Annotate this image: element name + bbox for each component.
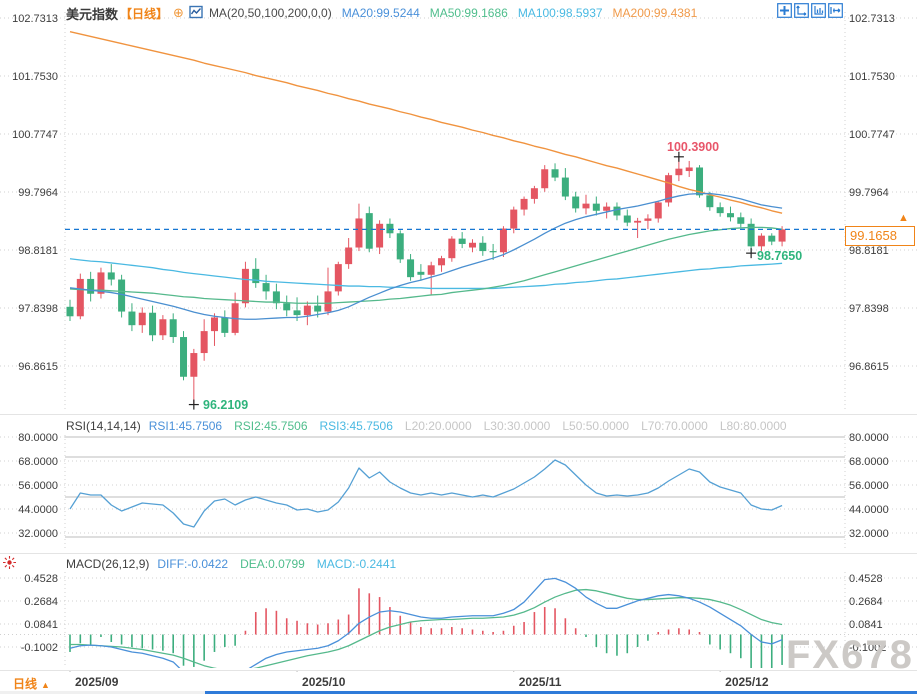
crosshair-icon[interactable]	[777, 3, 792, 18]
candlestick-chart-icon[interactable]	[189, 5, 203, 22]
ma-settings-label[interactable]: MA(20,50,100,200,0,0)	[209, 6, 332, 20]
svg-text:68.0000: 68.0000	[18, 456, 58, 468]
main-chart-header: 美元指数 【日线】 ⊕ MA(20,50,100,200,0,0) MA20:9…	[66, 3, 697, 23]
low-price-annotation: 96.2109	[203, 398, 249, 412]
current-price-tag: 99.1658	[845, 226, 915, 246]
period-tag[interactable]: 【日线】	[120, 5, 168, 22]
svg-text:0.4528: 0.4528	[24, 573, 58, 585]
svg-text:99.7964: 99.7964	[18, 187, 58, 199]
rsi3-value: RSI3:45.7506	[319, 419, 393, 433]
live-indicator-icon[interactable]	[2, 555, 17, 570]
period-label: 日线	[13, 677, 38, 691]
time-axis-bar: 日线 ▲ 2025/09 2025/10 2025/11 2025/12	[0, 672, 917, 691]
svg-text:98.8181: 98.8181	[18, 245, 58, 257]
svg-text:0.2684: 0.2684	[24, 596, 58, 608]
chart-canvas[interactable]: 102.7313 102.7313 101.7530 101.7530 100.7747…	[0, 0, 917, 694]
rsi-l70-value: L70:70.0000	[641, 419, 708, 433]
svg-text:44.0000: 44.0000	[849, 504, 889, 516]
rsi1-value: RSI1:45.7506	[148, 419, 223, 433]
svg-text:99.7964: 99.7964	[849, 187, 889, 199]
rsi2-value: RSI2:45.7506	[234, 419, 308, 433]
svg-text:96.8615: 96.8615	[849, 361, 889, 373]
svg-text:44.0000: 44.0000	[18, 504, 58, 516]
ma200-value: MA200:99.4381	[612, 6, 698, 20]
macd-macd-value: MACD:-0.2441	[316, 557, 397, 571]
panel-separator	[0, 553, 917, 554]
period-selector[interactable]: 日线 ▲	[13, 675, 50, 692]
ma50-value: MA50:99.1686	[429, 6, 508, 20]
ma100-value: MA100:98.5937	[517, 6, 603, 20]
svg-text:101.7530: 101.7530	[849, 71, 895, 83]
price-up-arrow-icon: ▲	[898, 212, 909, 224]
rsi-header: RSI(14,14,14) RSI1:45.7506 RSI2:45.7506 …	[66, 418, 787, 434]
instrument-title: 美元指数	[66, 6, 119, 22]
svg-text:98.8181: 98.8181	[849, 245, 889, 257]
rsi-l30-value: L30:30.0000	[483, 419, 551, 433]
svg-text:0.0841: 0.0841	[849, 619, 883, 631]
svg-text:32.0000: 32.0000	[18, 528, 58, 540]
svg-text:56.0000: 56.0000	[18, 480, 58, 492]
fx-chart-app: 102.7313 102.7313 101.7530 101.7530 100.7747…	[0, 0, 917, 694]
svg-text:68.0000: 68.0000	[849, 456, 889, 468]
add-indicator-icon[interactable]: ⊕	[173, 5, 184, 21]
macd-header: MACD(26,12,9) DIFF:-0.0422 DEA:0.0799 MA…	[66, 556, 396, 572]
svg-text:80.0000: 80.0000	[18, 432, 58, 444]
date-label: 2025/12	[725, 675, 769, 689]
svg-text:0.4528: 0.4528	[849, 573, 883, 585]
exit-right-icon[interactable]	[828, 3, 843, 18]
period-dropdown-arrow-icon: ▲	[41, 680, 50, 690]
svg-text:100.7747: 100.7747	[849, 129, 895, 141]
panel-separator	[0, 670, 917, 671]
date-label: 2025/09	[75, 675, 119, 689]
svg-text:101.7530: 101.7530	[12, 71, 58, 83]
scale-axis-icon[interactable]	[794, 3, 809, 18]
rsi-l80-value: L80:80.0000	[719, 419, 787, 433]
svg-text:97.8398: 97.8398	[849, 303, 889, 315]
svg-text:80.0000: 80.0000	[849, 432, 889, 444]
scale-bars-icon[interactable]	[811, 3, 826, 18]
date-label: 2025/10	[302, 675, 346, 689]
chart-toolbar	[777, 3, 843, 18]
svg-text:0.2684: 0.2684	[849, 596, 883, 608]
svg-text:102.7313: 102.7313	[849, 13, 895, 25]
swing-low-annotation: 98.7650	[757, 249, 803, 263]
svg-text:32.0000: 32.0000	[849, 528, 889, 540]
svg-text:0.0841: 0.0841	[24, 619, 58, 631]
svg-text:56.0000: 56.0000	[849, 480, 889, 492]
ma20-value: MA20:99.5244	[341, 6, 420, 20]
high-price-annotation: 100.3900	[667, 140, 720, 154]
panel-separator	[0, 414, 917, 415]
date-label: 2025/11	[518, 675, 562, 689]
svg-text:96.8615: 96.8615	[18, 361, 58, 373]
svg-text:-0.1002: -0.1002	[21, 642, 58, 654]
svg-text:102.7313: 102.7313	[12, 13, 58, 25]
rsi-l20-value: L20:20.0000	[404, 419, 472, 433]
svg-text:97.8398: 97.8398	[18, 303, 58, 315]
macd-settings-label[interactable]: MACD(26,12,9)	[66, 557, 149, 571]
macd-dea-value: DEA:0.0799	[240, 557, 305, 571]
rsi-settings-label[interactable]: RSI(14,14,14)	[66, 419, 141, 433]
svg-text:100.7747: 100.7747	[12, 129, 58, 141]
rsi-l50-value: L50:50.0000	[562, 419, 630, 433]
macd-diff-value: DIFF:-0.0422	[157, 557, 229, 571]
